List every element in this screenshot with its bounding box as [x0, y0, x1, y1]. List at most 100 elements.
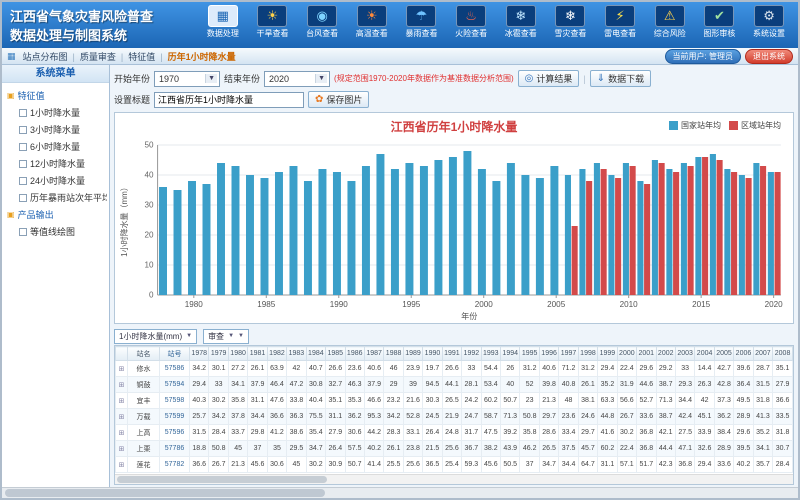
value-cell: 26.4	[326, 441, 345, 457]
checkbox-icon[interactable]	[19, 109, 27, 117]
expand-icon[interactable]: ⊞	[119, 414, 125, 421]
tab-0[interactable]: 站点分布图	[18, 52, 73, 62]
calculate-button[interactable]: ◎ 计算结果	[518, 70, 580, 87]
search-icon: ◎	[525, 74, 534, 84]
expand-column-header	[116, 347, 128, 361]
value-cell: 23.6	[559, 409, 578, 425]
expand-icon[interactable]: ⊞	[119, 398, 125, 405]
tab-strip: 站点分布图|质量审查|特征值|历年1小时降水量	[18, 50, 241, 63]
toolbar-item-label: 干旱查看	[249, 28, 296, 39]
toolbar-item-9[interactable]: ⚠综合风险	[646, 4, 693, 39]
toolbar-item-11[interactable]: ⚙系统设置	[746, 4, 793, 39]
year-column-header: 1979	[209, 347, 228, 361]
value-cell: 46.4	[267, 377, 286, 393]
weather-module-icon: ⚡	[605, 5, 635, 27]
value-cell: 39	[403, 377, 422, 393]
table-row[interactable]: ⊞上高5759631.528.433.729.841.238.635.427.9…	[116, 425, 793, 441]
svg-text:50: 50	[144, 141, 154, 150]
toolbar-item-4[interactable]: ☂暴雨查看	[398, 4, 445, 39]
toolbar-item-10[interactable]: ✔图形审核	[696, 4, 743, 39]
chart-title-input[interactable]	[154, 92, 304, 108]
checkbox-icon[interactable]	[19, 143, 27, 151]
value-cell: 21.5	[423, 441, 442, 457]
svg-text:20: 20	[144, 231, 154, 240]
checkbox-icon[interactable]	[19, 160, 27, 168]
scrollbar-thumb[interactable]	[5, 489, 325, 497]
window-horizontal-scrollbar[interactable]	[2, 487, 798, 498]
year-column-header: 1994	[501, 347, 520, 361]
toolbar-item-1[interactable]: ☀干旱查看	[249, 4, 296, 39]
checkbox-icon[interactable]	[19, 126, 27, 134]
checkbox-icon[interactable]	[19, 228, 27, 236]
current-user-badge[interactable]: 当前用户: 管理员	[665, 49, 741, 64]
review-filter-select[interactable]: 审查 ▼ ▼	[203, 329, 249, 344]
table-row[interactable]: ⊞上栗5778618.850.845373529.534.726.457.540…	[116, 441, 793, 457]
sidebar-item-0-0[interactable]: 1小时降水量	[7, 104, 107, 121]
value-cell: 42.7	[714, 361, 733, 377]
value-cell: 34.2	[209, 409, 228, 425]
value-cell: 34.2	[190, 361, 209, 377]
checkbox-icon[interactable]	[19, 194, 27, 202]
toolbar-item-7[interactable]: ❄雪灾查看	[547, 4, 594, 39]
value-cell: 50.8	[209, 441, 228, 457]
sidebar-item-0-4[interactable]: 24小时降水量	[7, 172, 107, 189]
value-cell: 26.6	[442, 361, 461, 377]
sidebar-item-1-0[interactable]: 等值线绘图	[7, 223, 107, 240]
value-cell: 29.5	[287, 441, 306, 457]
element-filter-select[interactable]: 1小时降水量(mm) ▼	[114, 329, 197, 344]
scrollbar-thumb[interactable]	[117, 476, 327, 483]
sidebar-group-1[interactable]: ▣产品输出	[7, 206, 107, 223]
legend-national: 国家站年均	[669, 120, 721, 131]
expand-icon[interactable]: ⊞	[119, 382, 125, 389]
value-cell: 34.7	[306, 441, 325, 457]
weather-module-icon: ▦	[208, 5, 238, 27]
download-button[interactable]: ⇓ 数据下载	[590, 70, 651, 87]
toolbar-item-3[interactable]: ☀高温查看	[348, 4, 395, 39]
expand-icon[interactable]: ⊞	[119, 366, 125, 373]
table-row[interactable]: ⊞宜丰5759840.330.235.831.147.633.840.435.1…	[116, 393, 793, 409]
table-row[interactable]: ⊞铜鼓5759429.43334.137.946.447.230.832.746…	[116, 377, 793, 393]
year-column-header: 1999	[598, 347, 617, 361]
expand-icon[interactable]: ⊞	[119, 446, 125, 453]
toolbar-item-label: 雪灾查看	[547, 28, 594, 39]
toolbar-item-0[interactable]: ▦数据处理	[199, 4, 246, 39]
checkbox-icon[interactable]	[19, 177, 27, 185]
table-row[interactable]: ⊞莲花5778236.626.721.345.630.64530.230.950…	[116, 457, 793, 473]
sidebar-item-0-5[interactable]: 历年暴雨站次年平均降水量	[7, 189, 107, 206]
expand-icon[interactable]: ⊞	[119, 430, 125, 437]
value-cell: 40.2	[364, 441, 383, 457]
sidebar-item-0-1[interactable]: 3小时降水量	[7, 121, 107, 138]
value-cell: 23.6	[345, 361, 364, 377]
table-horizontal-scrollbar[interactable]	[115, 474, 793, 484]
station-name-cell: 铜鼓	[128, 377, 160, 393]
year-column-header: 1983	[287, 347, 306, 361]
value-cell: 49.5	[734, 393, 753, 409]
chevron-down-icon: ▼	[186, 333, 192, 339]
tab-2[interactable]: 特征值	[123, 52, 160, 62]
value-cell: 31.9	[617, 377, 636, 393]
expand-icon[interactable]: ⊞	[119, 462, 125, 469]
value-cell: 29.6	[637, 361, 656, 377]
value-cell: 40.6	[364, 361, 383, 377]
value-cell: 71.3	[656, 393, 675, 409]
table-row[interactable]: ⊞修水5758634.230.127.226.163.94240.726.623…	[116, 361, 793, 377]
logout-button[interactable]: 退出系统	[745, 49, 793, 64]
toolbar-item-5[interactable]: ♨火险查看	[448, 4, 495, 39]
value-cell: 39.6	[734, 361, 753, 377]
tab-3[interactable]: 历年1小时降水量	[163, 52, 241, 62]
value-cell: 21.3	[228, 457, 247, 473]
toolbar-item-2[interactable]: ◉台风查看	[299, 4, 346, 39]
tab-1[interactable]: 质量审查	[75, 52, 121, 62]
sidebar-item-0-2[interactable]: 6小时降水量	[7, 138, 107, 155]
start-year-select[interactable]: 1970 ▼	[154, 71, 220, 87]
sidebar-item-0-3[interactable]: 12小时降水量	[7, 155, 107, 172]
end-year-select[interactable]: 2020 ▼	[264, 71, 330, 87]
sidebar-group-0[interactable]: ▣特征值	[7, 87, 107, 104]
toolbar-item-8[interactable]: ⚡雷电查看	[597, 4, 644, 39]
toolbar-item-6[interactable]: ❄冰雹查看	[497, 4, 544, 39]
save-image-button[interactable]: ✿ 保存图片	[308, 91, 369, 108]
value-cell: 21.6	[403, 393, 422, 409]
value-cell: 27.2	[228, 361, 247, 377]
table-row[interactable]: ⊞万载5759925.734.237.834.436.636.375.531.1…	[116, 409, 793, 425]
svg-text:10: 10	[144, 261, 154, 270]
